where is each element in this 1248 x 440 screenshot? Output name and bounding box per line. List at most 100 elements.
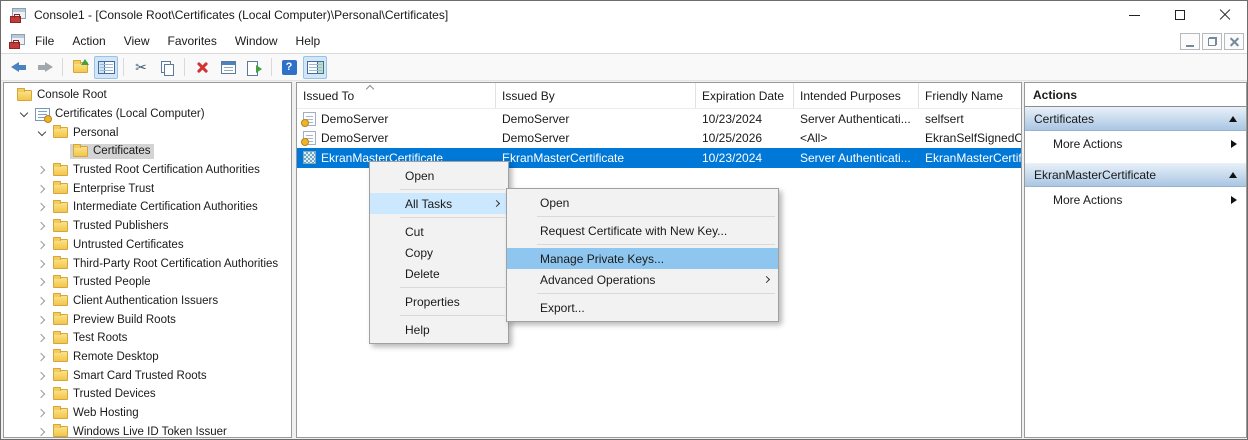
cut-button[interactable]: ✂	[129, 56, 153, 79]
up-folder-icon	[73, 62, 88, 73]
context-menu-item-all-tasks[interactable]: All Tasks	[370, 193, 508, 214]
minimize-button[interactable]	[1112, 1, 1157, 29]
more-actions-certificates[interactable]: More Actions	[1025, 131, 1246, 157]
tree-item-client-authentication-issuers[interactable]: Client Authentication Issuers	[4, 292, 291, 311]
folder-icon	[53, 258, 68, 269]
tree-item-enterprise-trust[interactable]: Enterprise Trust	[4, 179, 291, 198]
folder-icon	[73, 146, 88, 157]
back-button[interactable]	[7, 56, 31, 79]
submenu-item-manage-private-keys[interactable]: Manage Private Keys...	[507, 248, 778, 269]
forward-button[interactable]	[33, 56, 57, 79]
column-header-intended-purposes[interactable]: Intended Purposes	[794, 83, 919, 108]
tree-item-personal[interactable]: Personal	[4, 123, 291, 142]
context-menu-item-open[interactable]: Open	[370, 165, 508, 186]
show-hide-action-pane-button[interactable]	[303, 56, 327, 79]
toolbar-separator	[271, 58, 272, 76]
menu-view[interactable]: View	[115, 29, 159, 53]
tree-item-trusted-root-certification-authorities[interactable]: Trusted Root Certification Authorities	[4, 161, 291, 180]
chevron-right-icon[interactable]	[34, 261, 50, 267]
chevron-right-icon[interactable]	[34, 391, 50, 397]
tree-item-certificates-selected[interactable]: Certificates	[4, 142, 291, 161]
menu-action[interactable]: Action	[63, 29, 114, 53]
chevron-right-icon[interactable]	[34, 410, 50, 416]
folder-icon	[53, 165, 68, 176]
maximize-button[interactable]	[1157, 1, 1202, 29]
tree-item-smart-card-trusted-roots[interactable]: Smart Card Trusted Roots	[4, 366, 291, 385]
chevron-right-icon[interactable]	[34, 186, 50, 192]
chevron-expanded-icon[interactable]	[34, 129, 50, 137]
context-menu-item-cut[interactable]: Cut	[370, 221, 508, 242]
menu-favorites[interactable]: Favorites	[159, 29, 226, 53]
tree-item-trusted-publishers[interactable]: Trusted Publishers	[4, 217, 291, 236]
tree-item-trusted-devices[interactable]: Trusted Devices	[4, 385, 291, 404]
context-menu-item-properties[interactable]: Properties	[370, 291, 508, 312]
chevron-right-icon[interactable]	[34, 298, 50, 304]
submenu-item-export[interactable]: Export...	[507, 297, 778, 318]
submenu-item-advanced-operations[interactable]: Advanced Operations	[507, 269, 778, 290]
submenu-item-request-certificate-with-new-key[interactable]: Request Certificate with New Key...	[507, 220, 778, 241]
certificate-row[interactable]: DemoServer DemoServer 10/23/2024 Server …	[297, 109, 1021, 129]
certificate-row[interactable]: DemoServer DemoServer 10/25/2026 <All> E…	[297, 129, 1021, 149]
column-header-expiration-date[interactable]: Expiration Date	[696, 83, 794, 108]
submenu-item-open[interactable]: Open	[507, 192, 778, 213]
actions-section-ekranmastercertificate[interactable]: EkranMasterCertificate	[1025, 163, 1246, 187]
chevron-right-icon[interactable]	[34, 429, 50, 435]
actions-panel: Actions Certificates More Actions EkranM…	[1024, 82, 1247, 438]
tree-item-web-hosting[interactable]: Web Hosting	[4, 404, 291, 423]
chevron-right-icon[interactable]	[34, 279, 50, 285]
chevron-right-icon[interactable]	[34, 242, 50, 248]
cell-issued-by: DemoServer	[496, 109, 696, 129]
properties-button[interactable]	[216, 56, 240, 79]
tree-item-test-roots[interactable]: Test Roots	[4, 329, 291, 348]
back-arrow-icon	[11, 62, 27, 73]
cell-intended-purposes: Server Authenticati...	[794, 109, 919, 129]
tree-item-console-root[interactable]: Console Root	[4, 86, 291, 105]
menu-file[interactable]: File	[26, 29, 63, 53]
mdi-restore-button[interactable]	[1202, 33, 1222, 50]
tree-item-remote-desktop[interactable]: Remote Desktop	[4, 348, 291, 367]
chevron-right-icon[interactable]	[34, 335, 50, 341]
mdi-close-button[interactable]	[1224, 33, 1244, 50]
toolbar-separator	[123, 58, 124, 76]
export-list-button[interactable]	[242, 56, 266, 79]
delete-button[interactable]	[190, 56, 214, 79]
chevron-right-icon[interactable]	[34, 317, 50, 323]
folder-icon	[53, 389, 68, 400]
context-menu-item-delete[interactable]: Delete	[370, 263, 508, 284]
tree-item-third-party-root-certification-authorities[interactable]: Third-Party Root Certification Authoriti…	[4, 254, 291, 273]
copy-button[interactable]	[155, 56, 179, 79]
more-actions-ekranmastercertificate[interactable]: More Actions	[1025, 187, 1246, 213]
tree-item-untrusted-certificates[interactable]: Untrusted Certificates	[4, 236, 291, 255]
tree-item-trusted-people[interactable]: Trusted People	[4, 273, 291, 292]
tree-item-certificates-local-computer[interactable]: Certificates (Local Computer)	[4, 105, 291, 124]
chevron-expanded-icon[interactable]	[16, 110, 32, 118]
section-header-label: EkranMasterCertificate	[1034, 168, 1229, 182]
collapse-triangle-icon[interactable]	[1229, 172, 1237, 178]
column-header-issued-by[interactable]: Issued By	[496, 83, 696, 108]
chevron-right-icon[interactable]	[34, 354, 50, 360]
show-hide-console-tree-button[interactable]	[94, 56, 118, 79]
context-menu-item-help[interactable]: Help	[370, 319, 508, 340]
chevron-right-icon[interactable]	[34, 167, 50, 173]
close-button[interactable]	[1202, 1, 1247, 29]
menu-help[interactable]: Help	[287, 29, 330, 53]
chevron-right-icon[interactable]	[34, 223, 50, 229]
folder-icon	[53, 221, 68, 232]
up-one-level-button[interactable]	[68, 56, 92, 79]
column-header-issued-to[interactable]: Issued To	[297, 83, 496, 108]
tree-item-intermediate-certification-authorities[interactable]: Intermediate Certification Authorities	[4, 198, 291, 217]
menu-window[interactable]: Window	[226, 29, 287, 53]
column-header-friendly-name[interactable]: Friendly Name	[919, 83, 1021, 108]
chevron-right-icon[interactable]	[34, 204, 50, 210]
folder-icon	[53, 295, 68, 306]
mdi-minimize-button[interactable]	[1180, 33, 1200, 50]
context-menu-item-copy[interactable]: Copy	[370, 242, 508, 263]
help-button[interactable]: ?	[277, 56, 301, 79]
export-list-icon	[247, 61, 262, 74]
menu-separator	[537, 216, 775, 217]
tree-item-preview-build-roots[interactable]: Preview Build Roots	[4, 310, 291, 329]
actions-section-certificates[interactable]: Certificates	[1025, 107, 1246, 131]
chevron-right-icon[interactable]	[34, 373, 50, 379]
tree-item-windows-live-id-token-issuer[interactable]: Windows Live ID Token Issuer	[4, 422, 291, 438]
collapse-triangle-icon[interactable]	[1229, 116, 1237, 122]
